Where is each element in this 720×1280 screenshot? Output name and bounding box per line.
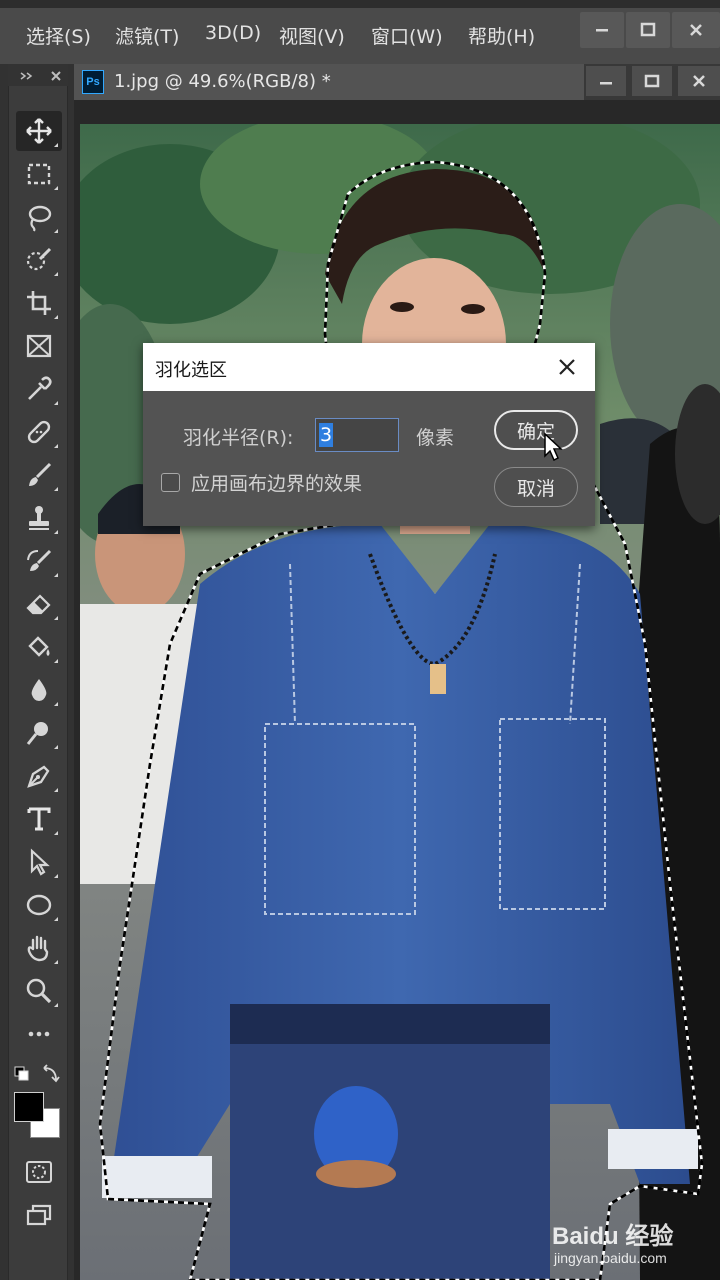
dodge-tool[interactable]: [16, 713, 62, 753]
panel-header-icons: [20, 71, 61, 81]
close-icon: [693, 75, 705, 87]
title-strip: [0, 0, 720, 8]
feather-radius-value: 3: [319, 423, 334, 447]
document-tab-bar: Ps 1.jpg @ 49.6%(RGB/8) *: [74, 64, 720, 100]
quick-mask-icon: [26, 1161, 52, 1183]
menu-3d[interactable]: 3D(D): [205, 22, 261, 44]
paint-bucket-icon: [28, 636, 50, 657]
feather-radius-label: 羽化半径(R):: [183, 427, 294, 449]
canvas-bounds-label[interactable]: 应用画布边界的效果: [191, 469, 362, 496]
maximize-icon: [644, 74, 660, 88]
document-canvas[interactable]: [80, 124, 720, 1280]
zoom-icon: [26, 978, 52, 1004]
default-swap-colors-icon[interactable]: [14, 1064, 64, 1088]
doc-maximize-button[interactable]: [632, 66, 672, 96]
maximize-icon: [640, 22, 656, 37]
menu-filter[interactable]: 滤镜(T): [115, 22, 179, 49]
more-tools-icon: [28, 1031, 50, 1037]
screen-mode-icon: [26, 1204, 52, 1226]
crop-icon: [27, 291, 51, 315]
history-brush-icon: [27, 549, 52, 571]
path-selection-icon: [30, 848, 50, 876]
pen-tool[interactable]: [16, 756, 62, 796]
frame-tool[interactable]: [16, 326, 62, 366]
feather-selection-dialog: 羽化选区 羽化半径(R): 3 像素 应用画布边界的效果 确定 取消: [143, 343, 595, 526]
document-title: 1.jpg @ 49.6%(RGB/8) *: [114, 71, 331, 92]
zoom-tool[interactable]: [16, 971, 62, 1011]
photo-artwork: [80, 124, 720, 1280]
menu-window[interactable]: 窗口(W): [371, 22, 443, 49]
eraser-tool[interactable]: [16, 584, 62, 624]
blur-icon: [31, 679, 47, 701]
menu-bar: 选择(S) 滤镜(T) 3D(D) 视图(V) 窗口(W) 帮助(H): [0, 0, 720, 64]
baidu-jingyan-watermark: Baidu 经验 jingyan.baidu.com: [552, 1216, 716, 1276]
eyedropper-tool[interactable]: [16, 369, 62, 409]
menu-help[interactable]: 帮助(H): [468, 22, 535, 49]
pen-icon: [27, 765, 50, 788]
eyedropper-icon: [28, 376, 52, 400]
cancel-button[interactable]: 取消: [494, 467, 578, 507]
clone-stamp-icon: [29, 506, 49, 530]
history-brush-tool[interactable]: [16, 541, 62, 581]
healing-brush-tool[interactable]: [16, 412, 62, 452]
lasso-tool[interactable]: [16, 197, 62, 237]
photoshop-file-icon: Ps: [82, 70, 104, 94]
paint-bucket-tool[interactable]: [16, 627, 62, 667]
ellipse-icon: [26, 894, 52, 916]
menu-select[interactable]: 选择(S): [26, 22, 91, 49]
tools-panel: [0, 64, 74, 1280]
dialog-titlebar[interactable]: 羽化选区: [143, 343, 595, 391]
pixels-unit-label: 像素: [416, 427, 455, 449]
crop-tool[interactable]: [16, 283, 62, 323]
hand-tool[interactable]: [16, 928, 62, 968]
tools-panel-header: [8, 64, 68, 86]
watermark-url: jingyan.baidu.com: [554, 1250, 667, 1266]
brush-tool[interactable]: [16, 455, 62, 495]
canvas-bounds-checkbox[interactable]: [161, 473, 180, 492]
minimize-icon: [600, 82, 612, 85]
mouse-cursor-icon: [544, 432, 563, 462]
brush-icon: [29, 462, 52, 486]
path-selection-tool[interactable]: [16, 842, 62, 882]
quick-mask-button[interactable]: [16, 1152, 62, 1192]
maximize-button[interactable]: [626, 12, 670, 48]
watermark-brand: Baidu 经验: [552, 1223, 674, 1250]
hand-icon: [27, 935, 49, 962]
type-icon: [27, 807, 51, 831]
rectangular-marquee-icon: [27, 163, 51, 185]
doc-close-button[interactable]: [678, 66, 720, 96]
feather-radius-input[interactable]: 3: [315, 418, 399, 452]
menu-view[interactable]: 视图(V): [279, 22, 345, 49]
document-tab[interactable]: Ps 1.jpg @ 49.6%(RGB/8) *: [74, 64, 584, 100]
close-icon: [690, 24, 702, 36]
minimize-button[interactable]: [580, 12, 624, 48]
ok-button[interactable]: 确定: [494, 410, 578, 450]
type-tool[interactable]: [16, 799, 62, 839]
doc-minimize-button[interactable]: [586, 66, 626, 96]
lasso-icon: [28, 205, 52, 232]
dodge-icon: [26, 722, 48, 745]
screen-mode-button[interactable]: [16, 1195, 62, 1235]
move-tool[interactable]: [16, 111, 62, 151]
dialog-title: 羽化选区: [155, 360, 227, 381]
minimize-icon: [596, 29, 608, 32]
foreground-color-swatch[interactable]: [14, 1092, 44, 1122]
close-window-button[interactable]: [672, 12, 720, 48]
dialog-close-button[interactable]: [547, 351, 587, 383]
ellipse-tool[interactable]: [16, 885, 62, 925]
move-tool-icon: [26, 118, 52, 144]
clone-stamp-tool[interactable]: [16, 498, 62, 538]
more-tools[interactable]: [16, 1014, 62, 1054]
blur-tool[interactable]: [16, 670, 62, 710]
quick-selection-tool[interactable]: [16, 240, 62, 280]
healing-brush-icon: [27, 420, 51, 444]
frame-icon: [26, 334, 52, 358]
eraser-icon: [26, 594, 51, 615]
close-icon: [559, 359, 575, 375]
quick-selection-icon: [26, 247, 52, 271]
marquee-tool[interactable]: [16, 154, 62, 194]
